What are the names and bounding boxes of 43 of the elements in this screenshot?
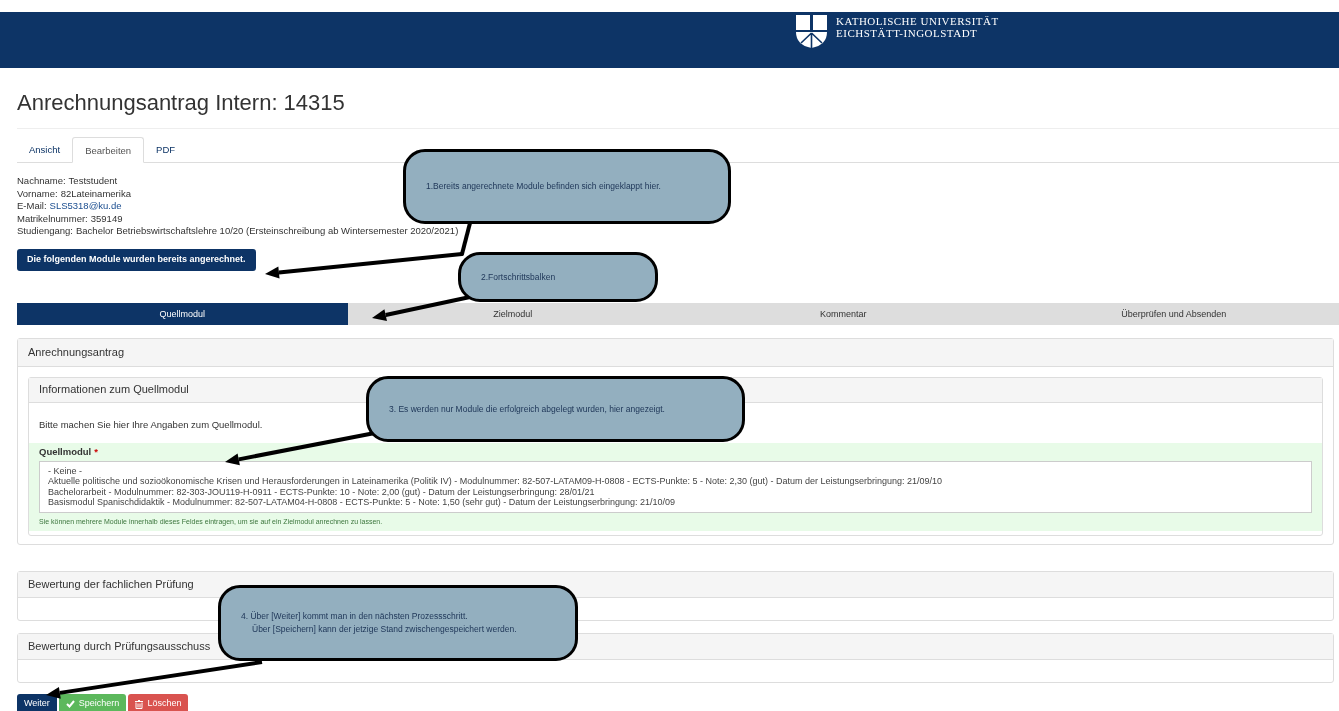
module-option[interactable]: Aktuelle politische und sozioökonomische Krisen und Herausforderungen in Lateinamerika (Politik IV) - Modulnummer: 82-507-LATAM09-H-0808 - ECTS-Punkte: 5 - Note: 2,30 (gut) - Datum der Leistungserbringung: 21/09/10: [48, 476, 1303, 487]
callout-text: 2.Fortschrittsbalken: [481, 270, 557, 284]
required-mark: *: [94, 445, 98, 458]
module-option[interactable]: Basismodul Spanischdidaktik - Modulnummer: 82-507-LATAM04-H-0808 - ECTS-Punkte: 5 - Note: 1,50 (sehr gut) - Datum der Leistungserbringung: 21/10/09: [48, 497, 1303, 508]
progress-step: Quellmodul: [17, 302, 348, 325]
field-label: E-Mail:: [17, 200, 47, 213]
delete-button[interactable]: Löschen: [128, 694, 189, 711]
email-link[interactable]: SLS5318@ku.de: [49, 200, 122, 213]
university-name: KATHOLISCHE UNIVERSITÄT: [836, 15, 999, 27]
credited-modules-button[interactable]: Die folgenden Module wurden bereits angerechnet.: [17, 248, 256, 271]
section-title: Bewertung der fachlichen Prüfung: [28, 577, 194, 593]
callout-text: 4. Über [Weiter] kommt man in den nächsten Prozessschritt.: [241, 610, 469, 623]
shield-logo-icon: [795, 15, 828, 48]
progress-step: Kommentar: [678, 302, 1009, 325]
progress-step: Überprüfen und Absenden: [1008, 302, 1339, 325]
callout-text: 3. Es werden nur Module die erfolgreich abgelegt wurden, hier angezeigt.: [389, 402, 666, 416]
next-button[interactable]: Weiter: [17, 694, 57, 711]
university-name: EICHSTÄTT-INGOLSTADT: [836, 27, 979, 39]
field-label: Studiengang:: [17, 225, 73, 238]
field-label: Quellmodul: [39, 445, 92, 458]
field-label: Vorname:: [17, 187, 58, 200]
module-option[interactable]: - Keine -: [48, 465, 1303, 476]
callout-text: Über [Speichern] kann der jetzige Stand zwischengespeichert werden.: [251, 623, 518, 636]
progress-step: Zielmodul: [347, 302, 678, 325]
callout-text: 1.Bereits angerechnete Module befinden sich eingeklappt hier.: [426, 180, 662, 193]
field-label: Matrikelnummer:: [17, 212, 88, 225]
field-value: Bachelor Betriebswirtschaftslehre 10/20 (Ersteinschreibung ab Wintersemester 2020/2021): [76, 225, 459, 238]
module-option[interactable]: Bachelorarbeit - Modulnummer: 82-303-JOU119-H-0911 - ECTS-Punkte: 10 - Note: 2,00 (gut) - Datum der Leistungserbringung: 28/01/21: [48, 486, 1303, 497]
field-label: Nachname:: [17, 175, 66, 188]
field-value: Teststudent: [68, 175, 118, 188]
field-value: 82Lateinamerika: [60, 187, 131, 200]
intro-text: Bitte machen Sie hier Ihre Angaben zum Quellmodul.: [39, 418, 263, 430]
tab[interactable]: Bearbeiten: [72, 137, 145, 163]
module-select[interactable]: [39, 460, 1312, 513]
trash-icon: [135, 699, 144, 709]
tab[interactable]: PDF: [144, 137, 188, 163]
field-value: 359149: [90, 212, 123, 225]
checkmark-icon: [65, 700, 75, 708]
page-title: Anrechnungsantrag Intern: 14315: [17, 90, 1339, 129]
panel-title: Anrechnungsantrag: [28, 344, 124, 360]
section-title: Bewertung durch Prüfungsausschuss: [28, 639, 211, 655]
subpanel-title: Informationen zum Quellmodul: [39, 382, 189, 398]
tab[interactable]: Ansicht: [17, 137, 73, 163]
